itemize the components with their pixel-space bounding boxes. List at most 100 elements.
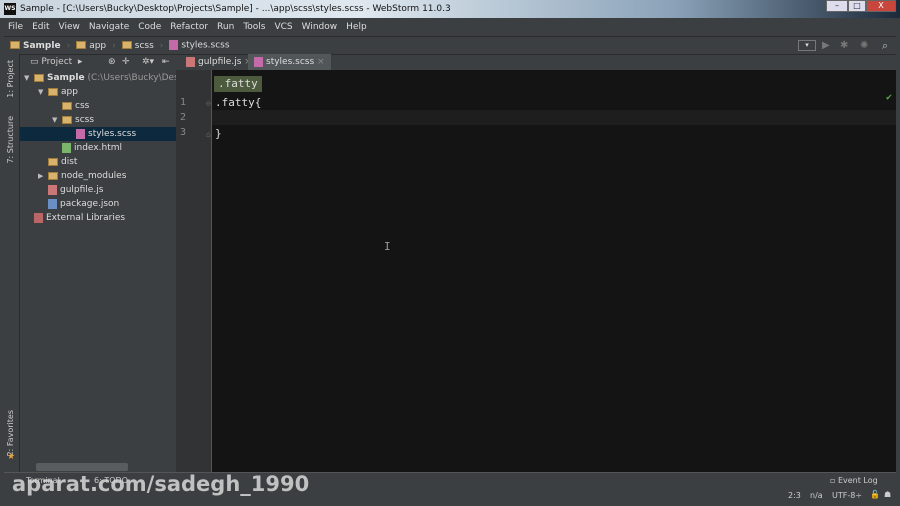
project-tree: ▼ Sample (C:\Users\Bucky\Desktop ▼ app css ▼ s… bbox=[20, 70, 199, 472]
text-cursor-icon: I bbox=[384, 240, 391, 253]
line-number: 1 bbox=[180, 97, 187, 108]
tree-item[interactable]: css bbox=[20, 99, 176, 113]
folder-icon bbox=[48, 87, 58, 96]
check-icon: ✔ bbox=[886, 92, 893, 103]
menu-file[interactable]: File bbox=[8, 18, 23, 36]
tree-item[interactable]: ▶ node_modules bbox=[20, 169, 176, 183]
event-log-button[interactable]: ▫ Event Log bbox=[830, 476, 878, 485]
encoding[interactable]: UTF-8÷ bbox=[832, 491, 862, 500]
menu-code[interactable]: Code bbox=[138, 18, 161, 36]
code-line: } bbox=[215, 127, 222, 140]
menu-run[interactable]: Run bbox=[217, 18, 234, 36]
folder-icon bbox=[121, 41, 132, 49]
scss-icon bbox=[76, 128, 85, 139]
tree-item-label: External Libraries bbox=[46, 213, 126, 223]
webstorm-logo: WS bbox=[4, 3, 16, 15]
lock-icon[interactable]: 🔓 bbox=[870, 490, 880, 499]
inspector-icon[interactable]: ☗ bbox=[884, 490, 891, 499]
folder-icon bbox=[10, 41, 20, 49]
menu-tools[interactable]: Tools bbox=[243, 18, 265, 36]
expand-arrow-icon[interactable]: ▼ bbox=[38, 85, 48, 99]
collapse-all-icon[interactable]: ✛ bbox=[122, 57, 130, 67]
line-number: 3 bbox=[180, 127, 187, 138]
tree-item[interactable]: ▼ app bbox=[20, 85, 176, 99]
code-editor[interactable]: .fatty .fatty{ } ✔ I bbox=[212, 70, 896, 472]
line-separator[interactable]: n/a bbox=[810, 491, 823, 500]
js-file-icon bbox=[186, 56, 195, 67]
tree-item-label: styles.scss bbox=[88, 129, 137, 139]
maximize-button[interactable]: □ bbox=[848, 0, 866, 12]
tree-item-label: Sample bbox=[47, 73, 85, 83]
folder-icon bbox=[34, 73, 44, 82]
close-button[interactable]: X bbox=[866, 0, 896, 12]
lib-icon bbox=[34, 212, 43, 223]
breadcrumb-styles[interactable]: styles.scss bbox=[169, 40, 230, 51]
scss-file-icon bbox=[169, 40, 179, 51]
left-tool-strip: 1: Project 7: Structure 2: Favorites ★ bbox=[4, 54, 20, 472]
tree-item[interactable]: gulpfile.js bbox=[20, 183, 176, 197]
menu-navigate[interactable]: Navigate bbox=[89, 18, 129, 36]
fold-icon[interactable]: ⊖ bbox=[206, 99, 211, 108]
project-side-tab[interactable]: 1: Project bbox=[6, 60, 15, 98]
breadcrumb-app[interactable]: app bbox=[76, 41, 106, 51]
scroll-from-source-icon[interactable]: ⊛ bbox=[108, 57, 116, 67]
run-icon[interactable]: ▶ bbox=[822, 40, 830, 51]
expand-arrow-icon[interactable]: ▶ bbox=[38, 169, 48, 183]
menu-window[interactable]: Window bbox=[302, 18, 338, 36]
debug-icon[interactable]: ✱ bbox=[840, 40, 848, 51]
tree-item-label: gulpfile.js bbox=[60, 185, 104, 195]
star-icon: ★ bbox=[7, 452, 16, 462]
project-view-selector[interactable]: ▭ Project ▸ bbox=[30, 57, 82, 67]
tree-item-label: scss bbox=[75, 115, 95, 125]
favorites-side-tab[interactable]: 2: Favorites bbox=[6, 410, 15, 456]
tree-item[interactable]: ▼ Sample (C:\Users\Bucky\Desktop bbox=[20, 71, 199, 85]
js-icon bbox=[48, 184, 57, 195]
search-icon[interactable]: ⌕ bbox=[882, 39, 888, 53]
event-log-label: Event Log bbox=[837, 476, 878, 485]
folder-icon bbox=[62, 115, 72, 124]
cursor-position[interactable]: 2:3 bbox=[788, 491, 801, 500]
project-toolbar: ▭ Project ▸ ⊛ ✛ ✲▾ ⇤ bbox=[4, 54, 896, 70]
tree-item-label: node_modules bbox=[61, 171, 127, 181]
expand-arrow-icon[interactable]: ▼ bbox=[24, 71, 34, 85]
menu-vcs[interactable]: VCS bbox=[274, 18, 292, 36]
editor-breadcrumb[interactable]: .fatty bbox=[214, 76, 262, 92]
watermark: aparat.com/sadegh_1990 bbox=[12, 472, 310, 496]
line-gutter: 1 2 3 ⊖ ⌂ bbox=[176, 70, 212, 472]
menu-help[interactable]: Help bbox=[346, 18, 367, 36]
tab-styles-scss[interactable]: styles.scss × bbox=[248, 54, 331, 70]
window-title: Sample - [C:\Users\Bucky\Desktop\Project… bbox=[0, 0, 900, 18]
tree-item[interactable]: ▼ scss bbox=[20, 113, 176, 127]
folder-icon bbox=[48, 157, 58, 166]
tree-item[interactable]: package.json bbox=[20, 197, 176, 211]
folder-icon bbox=[48, 171, 58, 180]
html-icon bbox=[62, 142, 71, 153]
breadcrumb-scss[interactable]: scss bbox=[121, 41, 154, 51]
breadcrumb-sample[interactable]: Sample bbox=[10, 41, 61, 51]
tree-item[interactable]: dist bbox=[20, 155, 176, 169]
close-tab-icon[interactable]: × bbox=[317, 57, 325, 67]
current-line-highlight bbox=[212, 110, 896, 125]
tree-item-label: package.json bbox=[60, 199, 120, 209]
tree-item[interactable]: index.html bbox=[20, 141, 176, 155]
fold-icon[interactable]: ⌂ bbox=[206, 130, 211, 139]
coverage-icon[interactable]: ✺ bbox=[860, 40, 868, 51]
horizontal-scrollbar[interactable] bbox=[36, 463, 128, 471]
menu-edit[interactable]: Edit bbox=[32, 18, 49, 36]
menu-refactor[interactable]: Refactor bbox=[170, 18, 208, 36]
minimize-button[interactable]: – bbox=[826, 0, 848, 12]
breadcrumb: Sample › app › scss › styles.scss ▾ ▶ ✱ ✺ ⌕ bbox=[4, 36, 896, 54]
code-line: .fatty{ bbox=[215, 96, 262, 109]
run-config-dropdown[interactable]: ▾ bbox=[798, 40, 816, 51]
tree-item-label: index.html bbox=[74, 143, 122, 153]
gear-icon[interactable]: ✲▾ bbox=[142, 57, 154, 67]
tree-item[interactable]: styles.scss bbox=[20, 127, 176, 141]
menu-view[interactable]: View bbox=[59, 18, 80, 36]
tab-gulpfile[interactable]: gulpfile.js × bbox=[180, 54, 258, 70]
expand-arrow-icon[interactable]: ▼ bbox=[52, 113, 62, 127]
hide-panel-icon[interactable]: ⇤ bbox=[162, 57, 170, 67]
line-number: 2 bbox=[180, 112, 187, 123]
folder-icon bbox=[76, 41, 87, 49]
tree-item[interactable]: External Libraries bbox=[20, 211, 176, 225]
structure-side-tab[interactable]: 7: Structure bbox=[6, 116, 15, 164]
